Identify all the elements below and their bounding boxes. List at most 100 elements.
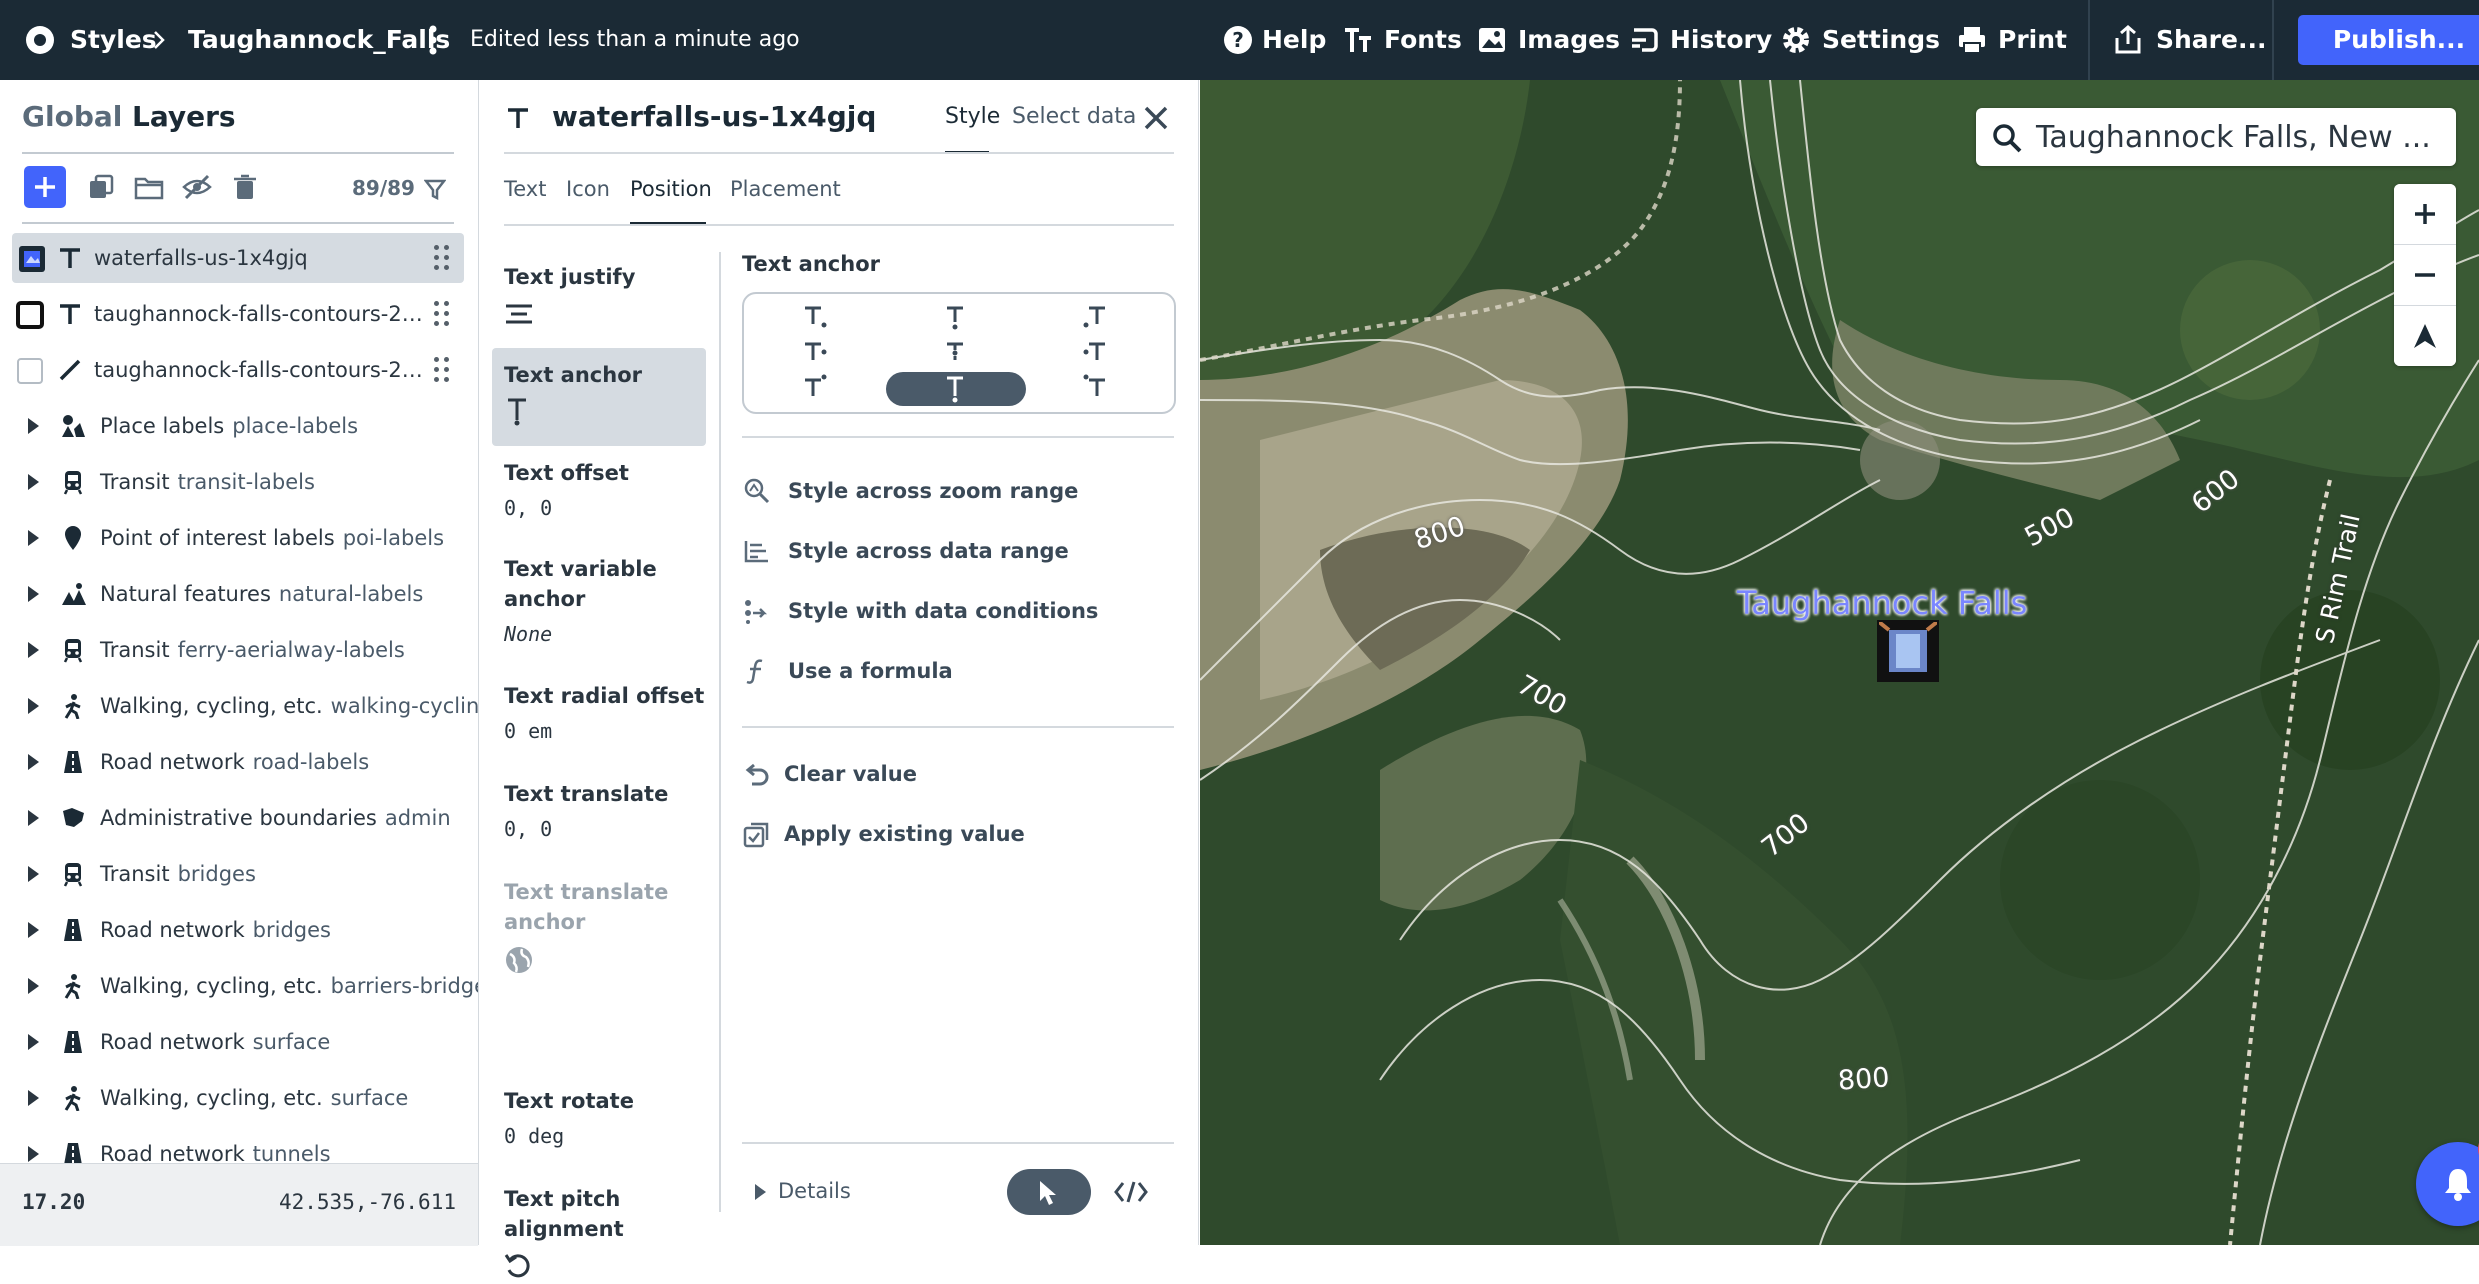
- prop-text-anchor[interactable]: Text anchor: [504, 360, 714, 430]
- fonts-icon[interactable]: [1342, 24, 1374, 56]
- help-icon[interactable]: ?: [1222, 24, 1254, 56]
- layer-row-selected[interactable]: waterfalls-us-1x4gjq: [12, 233, 464, 283]
- publish-button[interactable]: Publish...: [2298, 15, 2479, 65]
- clear-value-button[interactable]: Clear value: [742, 754, 917, 794]
- code-icon[interactable]: [1114, 1180, 1148, 1204]
- fonts-button[interactable]: Fonts: [1384, 0, 1462, 80]
- layer-group-row[interactable]: Natural features natural-labels: [0, 569, 478, 619]
- prop-text-rotate[interactable]: Text rotate 0 deg: [504, 1086, 714, 1148]
- more-vertical-icon[interactable]: [428, 24, 438, 56]
- subtab-icon[interactable]: Icon: [566, 177, 610, 201]
- layer-name[interactable]: waterfalls-us-1x4gjq: [552, 100, 876, 133]
- filter-icon[interactable]: [424, 178, 446, 200]
- anchor-top[interactable]: [947, 306, 963, 330]
- share-button[interactable]: Share...: [2156, 0, 2266, 80]
- layer-group-row[interactable]: Administrative boundaries admin: [0, 793, 478, 843]
- gear-icon[interactable]: [1780, 24, 1812, 56]
- map-canvas[interactable]: Taughannock Falls 800 700 500 600 700 80…: [1200, 80, 2479, 1245]
- compass-button[interactable]: [2394, 306, 2456, 366]
- styles-link[interactable]: Styles: [70, 0, 157, 80]
- apply-existing-value-button[interactable]: Apply existing value: [742, 814, 1025, 854]
- drag-handle-icon[interactable]: [434, 357, 450, 383]
- prop-text-translate-anchor[interactable]: Text translate anchor: [504, 877, 714, 979]
- prop-text-offset[interactable]: Text offset 0, 0: [504, 458, 714, 520]
- use-a-formula-button[interactable]: Use a formula: [742, 651, 953, 691]
- prop-text-translate[interactable]: Text translate 0, 0: [504, 779, 714, 841]
- layer-group-row[interactable]: Road network surface: [0, 1017, 478, 1067]
- map-search-box[interactable]: Taughannock Falls, New ...: [1976, 108, 2456, 166]
- tab-layers[interactable]: Layers: [132, 100, 236, 133]
- drag-handle-icon[interactable]: [434, 301, 450, 327]
- share-icon[interactable]: [2112, 24, 2144, 56]
- settings-button[interactable]: Settings: [1822, 0, 1940, 80]
- drag-handle-icon[interactable]: [434, 245, 450, 271]
- expand-arrow-icon[interactable]: [28, 530, 39, 546]
- hide-layer-button[interactable]: [176, 166, 218, 208]
- prop-text-variable-anchor[interactable]: Text variable anchor None: [504, 554, 714, 646]
- zoom-in-button[interactable]: [2394, 184, 2456, 245]
- add-layer-button[interactable]: [24, 166, 66, 208]
- expand-arrow-icon[interactable]: [28, 1090, 39, 1106]
- anchor-right[interactable]: [1083, 342, 1106, 360]
- mapbox-logo-icon[interactable]: [24, 24, 56, 56]
- layer-group-row[interactable]: Walking, cycling, etc.walking-cycling-la…: [0, 681, 478, 731]
- layer-group-row[interactable]: Transit ferry-aerialway-labels: [0, 625, 478, 675]
- images-button[interactable]: Images: [1518, 0, 1620, 80]
- help-button[interactable]: Help: [1262, 0, 1326, 80]
- details-toggle[interactable]: Details: [778, 1179, 851, 1203]
- layer-group-row[interactable]: Walking, cycling, etc. surface: [0, 1073, 478, 1123]
- layer-group-row[interactable]: Transit bridges: [0, 849, 478, 899]
- expand-arrow-icon[interactable]: [28, 698, 39, 714]
- anchor-center[interactable]: [947, 342, 963, 360]
- anchor-bottom-right[interactable]: [1083, 374, 1106, 397]
- print-icon[interactable]: [1956, 24, 1988, 56]
- duplicate-layer-button[interactable]: [80, 166, 122, 208]
- layer-row[interactable]: taughannock-falls-contours-20-cf...: [12, 345, 464, 395]
- delete-layer-button[interactable]: [224, 166, 266, 208]
- print-button[interactable]: Print: [1998, 0, 2067, 80]
- expand-arrow-icon[interactable]: [28, 474, 39, 490]
- prop-text-justify[interactable]: Text justify: [504, 262, 714, 330]
- zoom-out-button[interactable]: [2394, 245, 2456, 306]
- expand-arrow-icon[interactable]: [28, 418, 39, 434]
- prop-text-radial-offset[interactable]: Text radial offset 0 em: [504, 681, 714, 743]
- style-across-zoom-range-button[interactable]: Style across zoom range: [742, 471, 1078, 511]
- layer-group-row[interactable]: Transit transit-labels: [0, 457, 478, 507]
- subtab-placement[interactable]: Placement: [730, 177, 841, 201]
- search-input[interactable]: Taughannock Falls, New ...: [2036, 120, 2431, 155]
- expand-arrow-icon[interactable]: [28, 810, 39, 826]
- history-icon[interactable]: [1628, 24, 1660, 56]
- anchor-top-right[interactable]: [1083, 306, 1106, 328]
- expand-arrow-icon[interactable]: [28, 866, 39, 882]
- tab-global[interactable]: Global: [22, 100, 122, 133]
- images-icon[interactable]: [1476, 24, 1508, 56]
- anchor-bottom-selected[interactable]: [886, 372, 1026, 406]
- expand-arrow-icon[interactable]: [28, 1146, 39, 1162]
- tab-style[interactable]: Style: [945, 104, 1000, 129]
- style-name[interactable]: Taughannock_Falls: [188, 0, 450, 80]
- expand-arrow-icon[interactable]: [28, 978, 39, 994]
- expand-arrow-icon[interactable]: [28, 922, 39, 938]
- tab-select-data[interactable]: Select data: [1012, 104, 1136, 129]
- subtab-text[interactable]: Text: [504, 177, 546, 201]
- waterfall-marker[interactable]: [1877, 620, 1939, 682]
- expand-arrow-icon[interactable]: [28, 586, 39, 602]
- history-button[interactable]: History: [1670, 0, 1772, 80]
- anchor-bottom-left[interactable]: [805, 374, 827, 397]
- expand-arrow-icon[interactable]: [28, 754, 39, 770]
- layer-group-row[interactable]: Road network road-labels: [0, 737, 478, 787]
- subtab-position[interactable]: Position: [630, 177, 712, 201]
- expand-arrow-icon[interactable]: [28, 642, 39, 658]
- expand-arrow-icon[interactable]: [28, 1034, 39, 1050]
- layer-group-row[interactable]: Point of interest labels poi-labels: [0, 513, 478, 563]
- group-layers-button[interactable]: [128, 166, 170, 208]
- layer-group-row[interactable]: Place labels place-labels: [0, 401, 478, 451]
- style-with-data-conditions-button[interactable]: Style with data conditions: [742, 591, 1098, 631]
- prop-text-pitch-alignment[interactable]: Text pitch alignment: [504, 1184, 714, 1284]
- layer-row[interactable]: taughannock-falls-contours-20-cf...: [12, 289, 464, 339]
- style-across-data-range-button[interactable]: Style across data range: [742, 531, 1069, 571]
- anchor-left[interactable]: [805, 342, 827, 360]
- layer-group-row[interactable]: Road network bridges: [0, 905, 478, 955]
- layer-group-row[interactable]: Walking, cycling, etc.barriers-bridges: [0, 961, 478, 1011]
- inspect-mode-button[interactable]: [1007, 1169, 1091, 1215]
